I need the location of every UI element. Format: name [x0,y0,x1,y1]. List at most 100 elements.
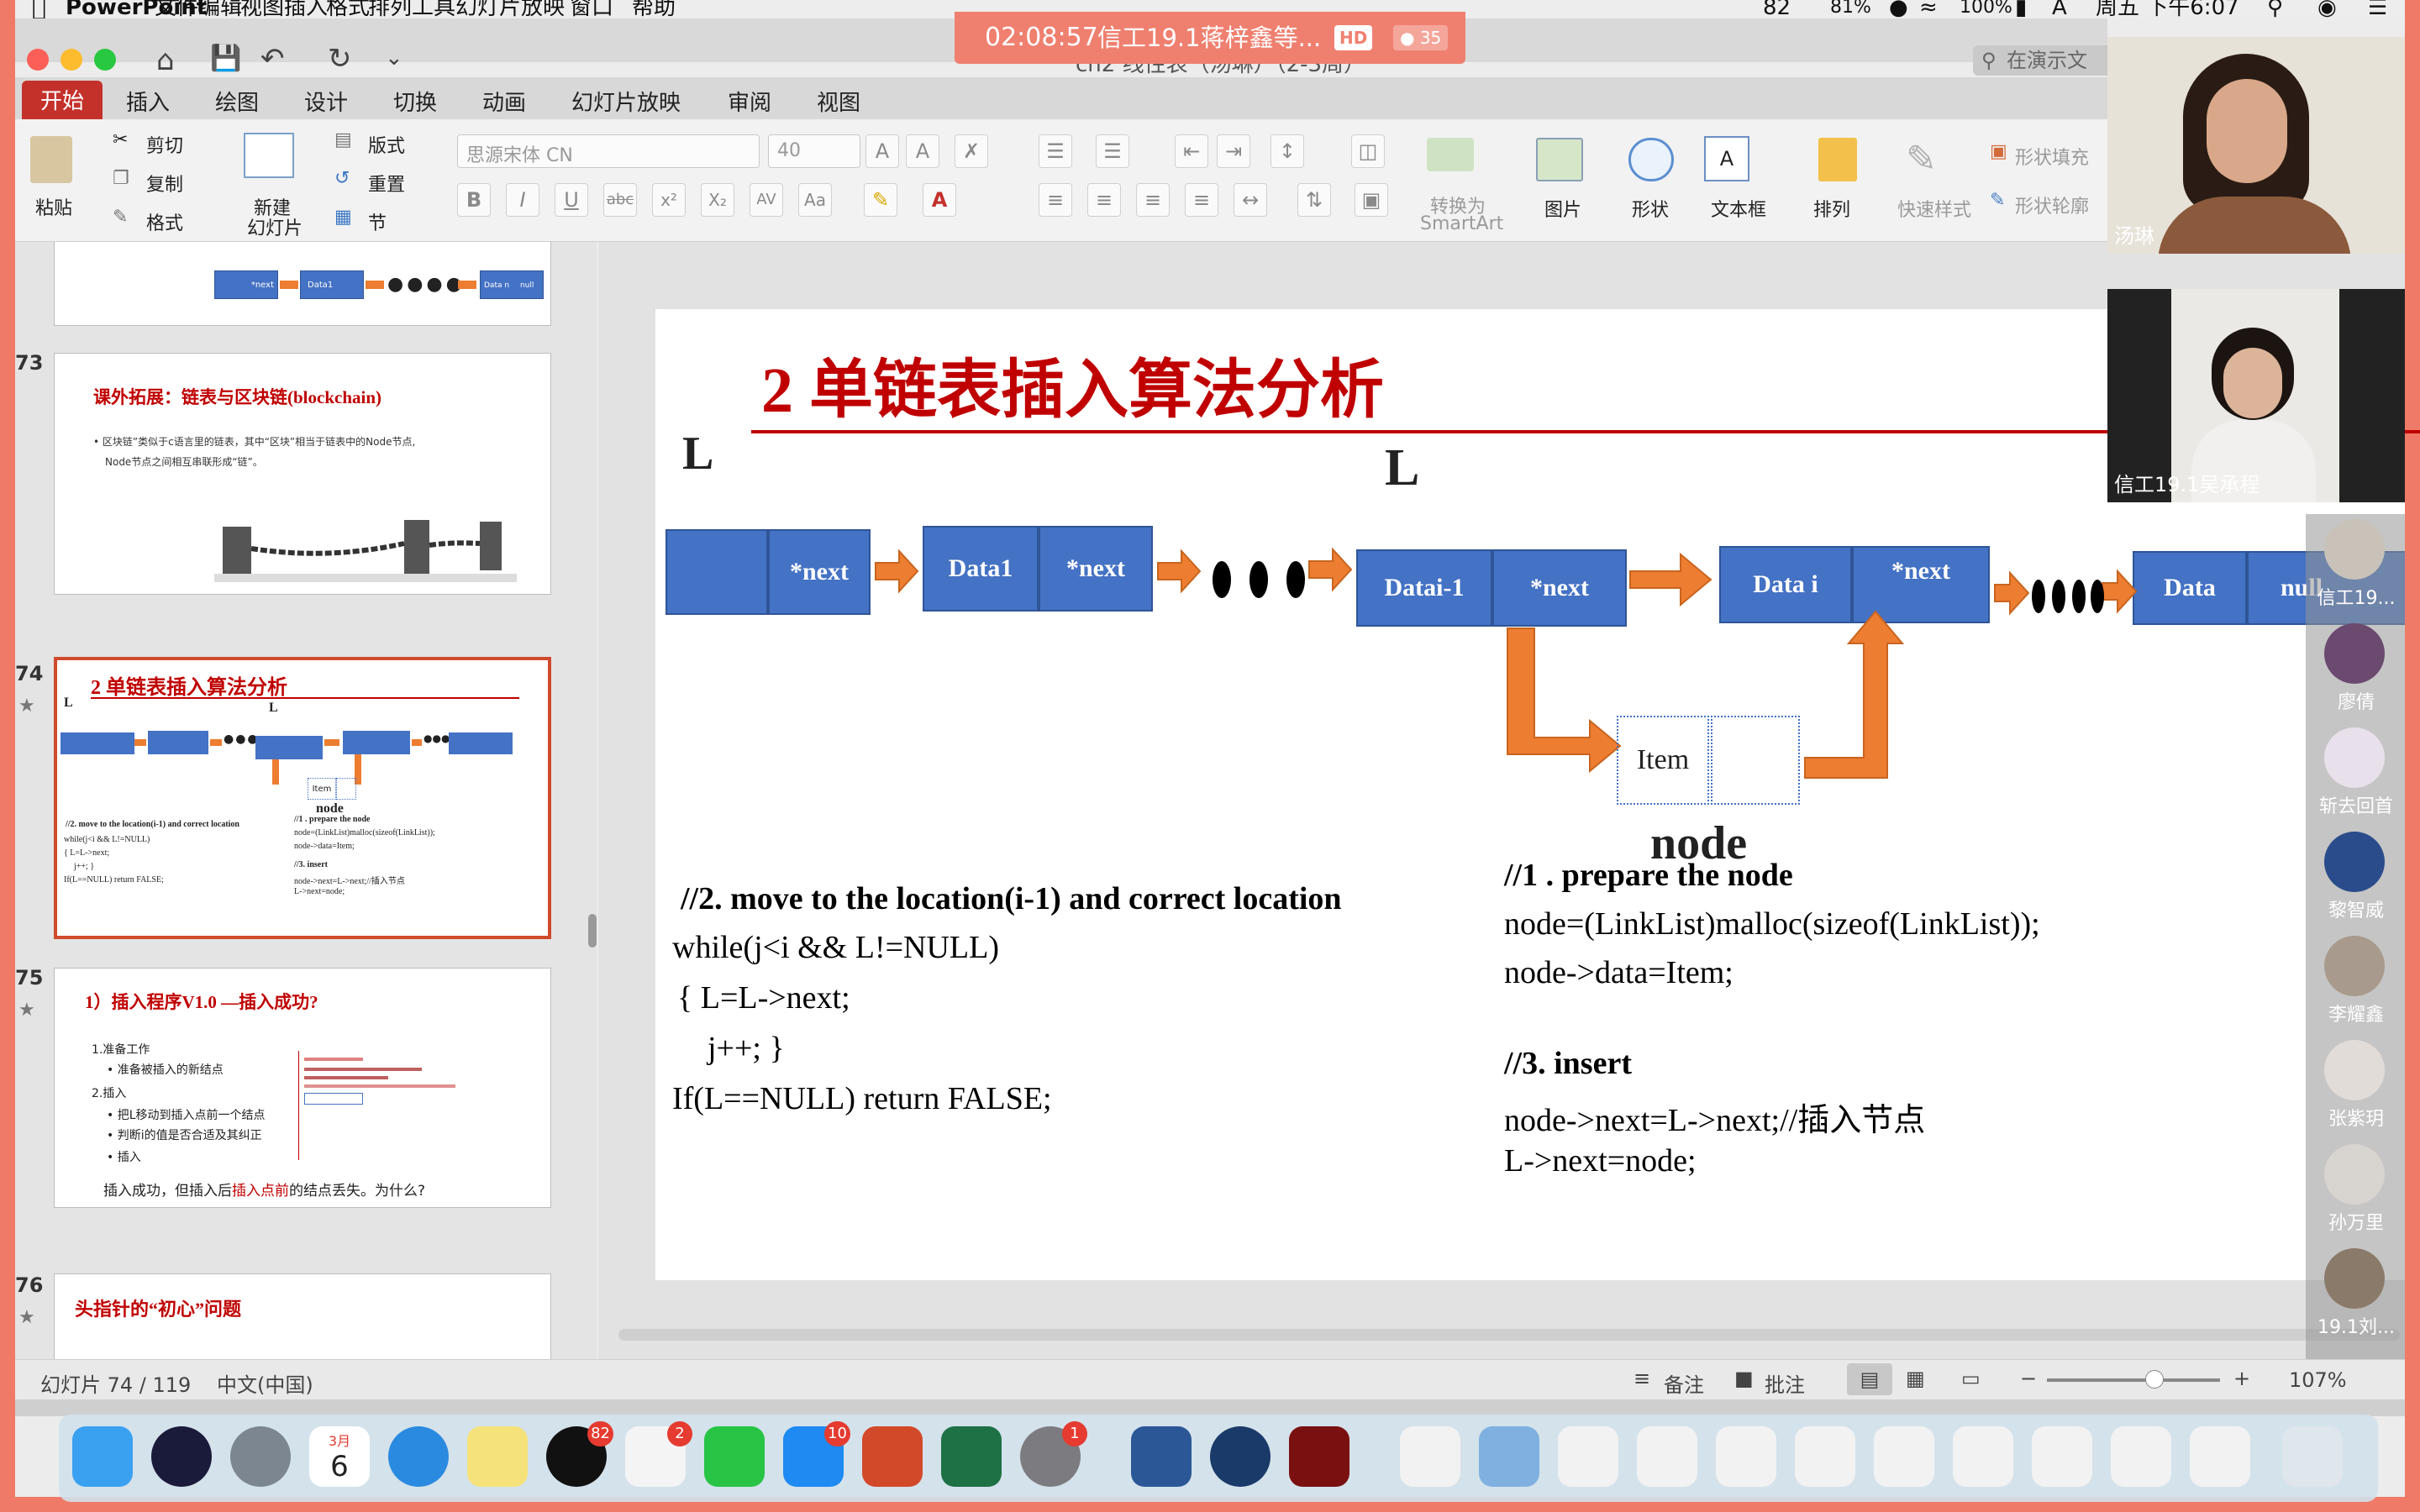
strikethrough-icon[interactable]: abc [603,183,637,217]
flash-icon[interactable] [1289,1426,1349,1487]
participant-avatar-8[interactable] [2324,1248,2385,1309]
powerpoint-icon[interactable] [862,1426,923,1487]
textbox-icon[interactable]: A [1704,136,1749,181]
minimize-window-button[interactable] [60,49,82,71]
apple-icon[interactable]:  [32,0,46,18]
font-name-select[interactable]: 思源宋体 CN [457,134,760,168]
finder-icon[interactable] [72,1426,133,1487]
paste-button[interactable]: 粘贴 [35,193,72,220]
input-source-icon[interactable]: A [2052,0,2067,18]
notes-app-icon[interactable] [467,1426,528,1487]
participant-count[interactable]: ● 35 [1393,25,1449,50]
menu-insert[interactable]: 插入 [284,0,328,18]
tab-slideshow[interactable]: 幻灯片放映 [571,86,681,117]
distribute-icon[interactable]: ↔ [1234,183,1267,217]
participant-avatar-1[interactable] [2324,519,2385,580]
slide-thumbnail-73[interactable]: 课外拓展：链表与区块链(blockchain) • 区块链”类似于c语言里的链表… [54,353,551,595]
recent-doc-8-icon[interactable] [2032,1426,2092,1487]
quick-style-button[interactable]: 快速样式 [1897,195,1971,222]
spotlight-icon[interactable]: ⚲ [2267,0,2283,18]
notes-icon[interactable]: ≡ [1634,1367,1650,1390]
siri-dock-icon[interactable] [151,1426,212,1487]
align-right-icon[interactable]: ≡ [1136,183,1170,217]
recent-doc-1-icon[interactable] [1400,1426,1460,1487]
tab-draw[interactable]: 绘图 [215,86,259,117]
shape-outline-button[interactable]: 形状轮廓 [2015,192,2089,218]
quick-style-icon[interactable]: ✎ [1906,138,1951,181]
save-icon[interactable]: 💾 [210,44,241,73]
align-center-icon[interactable]: ≡ [1087,183,1121,217]
panel-scrollbar[interactable] [588,914,597,948]
tab-design[interactable]: 设计 [304,86,348,117]
format-painter-icon[interactable]: ✎ [113,207,128,228]
cut-icon[interactable]: ✂ [113,129,128,150]
layout-icon[interactable]: ▤ [334,129,352,150]
recent-doc-10-icon[interactable] [2190,1426,2250,1487]
zoom-slider-thumb[interactable] [2144,1370,2164,1389]
notes-button[interactable]: 备注 [1664,1368,1704,1398]
video-tile-student[interactable]: 信工19.1吴承程 [2107,289,2405,502]
smartart-label-2[interactable]: SmartArt [1420,213,1503,234]
clear-format-icon[interactable]: ✗ [955,134,988,168]
close-window-button[interactable] [27,49,49,71]
tab-home[interactable]: 开始 [22,81,103,123]
slide-sorter-icon[interactable]: ▦ [1906,1367,1925,1390]
recent-doc-3-icon[interactable] [1637,1426,1697,1487]
underline-icon[interactable]: U [555,183,588,217]
cut-button[interactable]: 剪切 [146,131,183,158]
section-button[interactable]: 节 [368,208,387,235]
subscript-icon[interactable]: X₂ [701,183,734,217]
numbering-icon[interactable]: ☰ [1096,134,1129,168]
justify-icon[interactable]: ≡ [1185,183,1218,217]
tab-view[interactable]: 视图 [817,86,860,117]
recent-doc-9-icon[interactable] [2111,1426,2171,1487]
menu-arrange[interactable]: 排列 [368,0,412,18]
creative-cloud-icon[interactable]: ● [1889,0,1908,18]
copy-button[interactable]: 复制 [146,170,183,197]
excel-icon[interactable] [941,1426,1002,1487]
recent-doc-6-icon[interactable] [1874,1426,1934,1487]
layout-button[interactable]: 版式 [368,131,405,158]
menu-view[interactable]: 视图 [240,0,284,18]
shape-icon[interactable] [1628,138,1674,181]
meeting-banner[interactable]: 02:08:57 信工19.1蒋梓鑫等... HD ● 35 [955,12,1465,64]
shape-fill-button[interactable]: 形状填充 [2015,143,2089,170]
zoom-in-icon[interactable]: + [2233,1367,2250,1390]
clock[interactable]: 周五 下午6:07 [2096,0,2239,18]
appstore-icon[interactable]: 10 [783,1421,850,1487]
participant-avatar-2[interactable] [2324,623,2385,684]
redo-icon[interactable]: ↻ [328,42,352,76]
reset-button[interactable]: 重置 [368,170,405,197]
font-size-select[interactable]: 40 [768,134,860,168]
participant-avatar-5[interactable] [2324,936,2385,996]
language-indicator[interactable]: 中文(中国) [217,1368,313,1398]
increase-font-icon[interactable]: A [865,134,899,168]
safari-icon[interactable] [388,1426,449,1487]
shape-outline-icon[interactable]: ✎ [1990,190,2005,211]
video-tile-host[interactable]: 汤琳 [2107,37,2405,254]
smartart-icon[interactable] [1427,138,1474,171]
zoom-level[interactable]: 107% [2289,1368,2347,1392]
text-direction-icon[interactable]: ⇅ [1297,183,1331,217]
participant-avatar-3[interactable] [2324,727,2385,788]
normal-view-icon[interactable]: ▤ [1847,1363,1892,1395]
align-text-icon[interactable]: ▣ [1355,183,1388,217]
tab-transitions[interactable]: 切换 [393,86,437,117]
undo-icon[interactable]: ↶ [260,42,285,76]
bullets-icon[interactable]: ☰ [1039,134,1072,168]
tab-animations[interactable]: 动画 [482,86,526,117]
shape-fill-icon[interactable]: ▣ [1990,141,2007,162]
zoom-out-icon[interactable]: − [2020,1367,2037,1390]
change-case-icon[interactable]: Aa [798,183,832,217]
participant-avatar-6[interactable] [2324,1040,2385,1100]
menu-slideshow[interactable]: 幻灯片放映 [455,0,565,18]
home-icon[interactable]: ⌂ [156,44,175,77]
menu-file[interactable]: 文件 [155,0,198,18]
participant-avatar-4[interactable] [2324,832,2385,892]
calendar-icon[interactable]: 3月 6 [309,1426,370,1487]
superscript-icon[interactable]: x² [652,183,686,217]
menu-help[interactable]: 帮助 [632,0,676,18]
horizontal-scrollbar[interactable] [618,1329,2400,1341]
recent-doc-4-icon[interactable] [1716,1426,1776,1487]
columns-icon[interactable]: ◫ [1351,134,1385,168]
